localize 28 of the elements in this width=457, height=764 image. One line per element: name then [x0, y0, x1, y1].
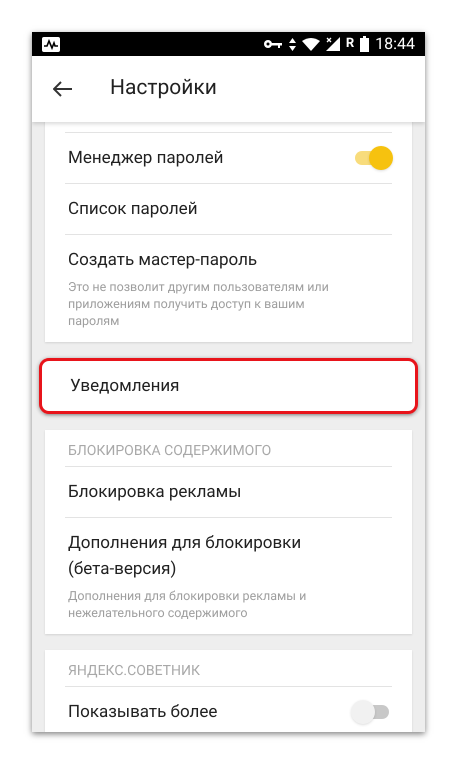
roaming-indicator: R — [346, 35, 354, 54]
data-arrows-icon — [288, 38, 296, 50]
section-header: БЛОКИРОВКА СОДЕРЖИМОГО — [68, 443, 272, 459]
pulse-icon — [42, 36, 60, 52]
setting-description: Дополнения для блокировки рекламы и нежелательного содержимого — [68, 588, 308, 622]
setting-label: Список паролей — [68, 198, 199, 221]
highlighted-setting-row[interactable]: Уведомления — [39, 358, 418, 414]
key-icon — [262, 39, 283, 49]
setting-label: Уведомления — [70, 375, 181, 398]
setting-label: Создать мастер-пароль — [68, 249, 258, 272]
page-title: Настройки — [110, 75, 217, 102]
setting-label: Показывать более — [68, 701, 218, 724]
setting-description: Это не позволит другим пользователям или приложениям получить доступ к вашим паролям — [68, 279, 330, 330]
setting-row[interactable]: Создать мастер-пароль Это не позволит другим пользователям или приложениям получить доступ к вашим паролям — [65, 234, 392, 342]
setting-row[interactable]: Список паролей — [65, 183, 392, 234]
setting-row[interactable]: Дополнения для блокировки (бета-версия) Дополнения для блокировки рекламы и нежелательного содержимого — [65, 517, 392, 634]
clock: 18:44 — [375, 33, 415, 55]
setting-row[interactable]: Менеджер паролей — [65, 132, 392, 183]
setting-label: Блокировка рекламы — [68, 481, 242, 504]
signal-icon — [326, 37, 340, 51]
setting-label: Дополнения для блокировки (бета-версия) — [68, 532, 302, 581]
setting-label: Менеджер паролей — [68, 147, 224, 170]
section-header: ЯНДЕКС.СОВЕТНИК — [68, 663, 200, 679]
setting-row[interactable]: Показывать более — [65, 686, 392, 732]
setting-row[interactable]: Блокировка рекламы — [65, 466, 392, 517]
wifi-icon — [302, 38, 320, 50]
battery-icon — [360, 36, 370, 52]
back-arrow-icon — [53, 81, 73, 97]
